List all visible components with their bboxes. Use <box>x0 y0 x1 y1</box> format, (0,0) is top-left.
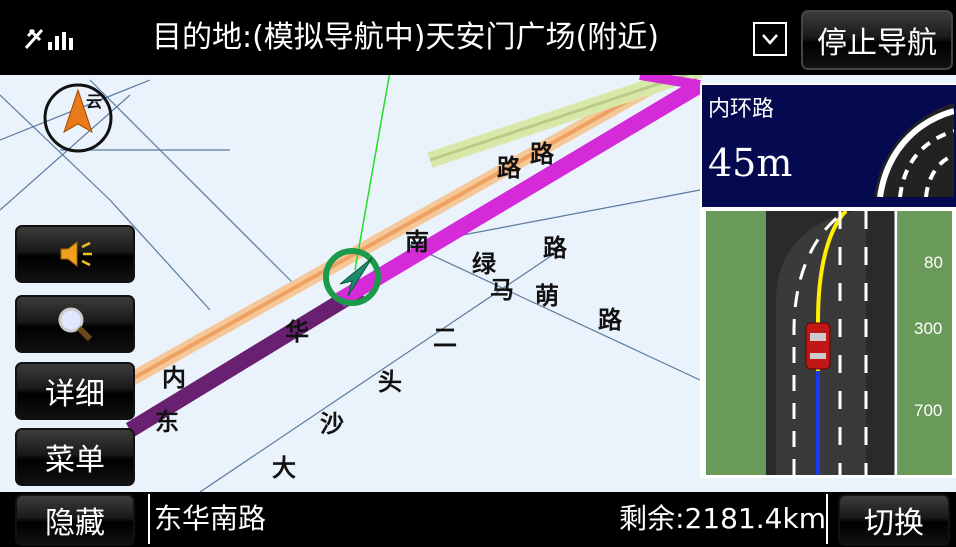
compass-label: 云 <box>86 92 103 111</box>
map-label: 内 <box>162 363 186 392</box>
car-icon <box>805 322 831 370</box>
current-road-name: 东华南路 <box>154 502 267 535</box>
next-road-name: 内环路 <box>708 97 775 122</box>
gps-signal-icon <box>22 24 82 54</box>
map-label: 路 <box>543 233 567 262</box>
turn-distance: 45m <box>708 141 793 185</box>
destination-dropdown[interactable] <box>753 22 787 56</box>
map-label: 二 <box>433 323 457 352</box>
map-label: 大 <box>272 453 296 482</box>
map-label: 东 <box>155 407 179 436</box>
map-label: 萌 <box>535 281 559 310</box>
guidance-header: 内环路 45m <box>702 85 956 207</box>
map-label: 路 <box>497 153 521 182</box>
volume-button[interactable] <box>15 225 135 283</box>
lane-distance-marker: 80 <box>924 253 943 272</box>
search-button[interactable] <box>15 295 135 353</box>
map-label: 路 <box>530 139 554 168</box>
stop-navigation-button[interactable]: 停止导航 <box>801 10 953 70</box>
lane-distance-marker: 700 <box>914 401 943 420</box>
destination-title: 目的地:(模拟导航中)天安门广场(附近) <box>152 20 659 55</box>
magnifier-icon <box>58 307 93 342</box>
speaker-icon <box>60 240 92 268</box>
remaining-distance: 剩余:2181.4km <box>619 502 826 535</box>
map-label: 华 <box>285 317 309 346</box>
detail-button[interactable]: 详细 <box>15 362 135 420</box>
road-curve-icon <box>874 103 954 197</box>
map-label: 南 <box>405 227 429 256</box>
hide-button[interactable]: 隐藏 <box>15 494 135 546</box>
lane-view: 80 300 700 <box>706 211 952 475</box>
compass-icon[interactable]: 云 <box>42 82 114 154</box>
map-label: 沙 <box>320 409 344 438</box>
switch-button[interactable]: 切换 <box>838 494 950 546</box>
guidance-panel: 内环路 45m 80 300 700 <box>700 83 956 478</box>
chevron-down-icon <box>762 34 778 45</box>
menu-button[interactable]: 菜单 <box>15 428 135 486</box>
street-info-bar: 东华南路 剩余:2181.4km <box>148 494 828 544</box>
map-label: 马 <box>490 275 514 304</box>
lane-distance-marker: 300 <box>914 319 943 338</box>
map-label: 头 <box>378 367 402 396</box>
map-label: 路 <box>598 305 622 334</box>
